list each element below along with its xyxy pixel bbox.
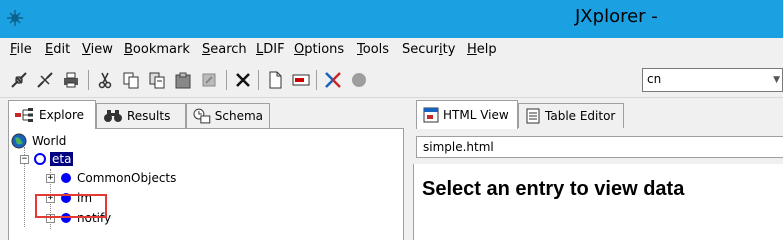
menu-tools[interactable]: Tools [357,42,389,57]
toolbar: cn ▼ [0,62,783,98]
copy-icon[interactable] [120,69,142,91]
tab-table-editor-label: Table Editor [545,109,616,123]
tab-results-label: Results [127,109,171,123]
tab-html-view-label: HTML View [443,108,509,122]
toolbar-separator [316,70,317,90]
explore-icon [15,108,33,122]
left-tab-bar: Explore Results Schema [8,100,404,129]
window-title: JXplorer - [575,6,658,27]
refresh-icon[interactable] [322,69,344,91]
disconnect-icon[interactable] [34,69,56,91]
tab-explore-label: Explore [39,108,85,122]
tab-explore[interactable]: Explore [8,100,96,129]
binoculars-icon [104,110,122,122]
empty-state-message: Select an entry to view data [422,178,685,200]
menu-view[interactable]: View [82,42,113,57]
collapse-icon[interactable]: − [20,154,29,164]
tab-html-view[interactable]: HTML View [416,100,518,129]
jxplorer-logo-icon [7,10,23,26]
stop-icon[interactable] [348,69,370,91]
rename-icon[interactable] [290,69,312,91]
tree-node-world[interactable]: World [11,132,68,150]
highlight-annotation-box [35,194,107,218]
schema-icon [193,108,211,124]
expand-icon[interactable]: + [46,173,55,183]
toolbar-separator [88,70,89,90]
menu-security[interactable]: Security [402,42,455,57]
menu-options[interactable]: Options [294,42,344,57]
tree-node-commonobjects[interactable]: + CommonObjects [46,169,178,187]
menu-file[interactable]: File [10,42,32,57]
html-view-icon [423,107,439,123]
html-file-name: simple.html [423,140,494,154]
paste-alias-icon[interactable] [198,69,220,91]
tab-table-editor[interactable]: Table Editor [518,103,624,128]
search-dropdown-arrow-icon[interactable]: ▼ [773,75,780,85]
ldap-node-icon [61,173,71,183]
connect-icon[interactable] [8,69,30,91]
toolbar-separator [258,70,259,90]
left-panel: Explore Results Schema World − eta + Com… [8,100,404,240]
menu-search[interactable]: Search [202,42,247,57]
tab-schema[interactable]: Schema [186,103,270,128]
menu-edit[interactable]: Edit [45,42,70,57]
menu-bar: File Edit View Bookmark Search LDIF Opti… [0,38,783,62]
directory-tree: World − eta + CommonObjects + im + notif… [8,128,404,240]
menu-help[interactable]: Help [467,42,497,57]
tree-node-eta[interactable]: − eta [20,150,74,168]
html-file-field[interactable]: simple.html [416,136,783,158]
table-editor-icon [526,108,540,124]
right-panel: HTML View Table Editor simple.html Selec… [410,100,783,240]
tab-schema-label: Schema [214,109,263,123]
copy-dn-icon[interactable] [146,69,168,91]
title-bar: JXplorer - [0,0,783,38]
globe-icon [11,133,27,149]
toolbar-separator [226,70,227,90]
cut-icon[interactable] [94,69,116,91]
right-tab-bar: HTML View Table Editor [410,100,783,129]
delete-icon[interactable] [232,69,254,91]
tab-results[interactable]: Results [96,103,186,128]
menu-bookmark[interactable]: Bookmark [124,42,190,57]
new-entry-icon[interactable] [264,69,286,91]
paste-icon[interactable] [172,69,194,91]
html-view-content: Select an entry to view data [413,164,783,240]
tree-node-world-label: World [32,134,67,148]
ldap-node-icon [34,153,46,165]
menu-ldif[interactable]: LDIF [256,42,285,57]
search-input[interactable]: cn ▼ [642,68,783,92]
tree-node-eta-label: eta [50,152,74,166]
print-icon[interactable] [60,69,82,91]
tree-node-commonobjects-label: CommonObjects [77,171,177,185]
search-value: cn [647,72,662,86]
